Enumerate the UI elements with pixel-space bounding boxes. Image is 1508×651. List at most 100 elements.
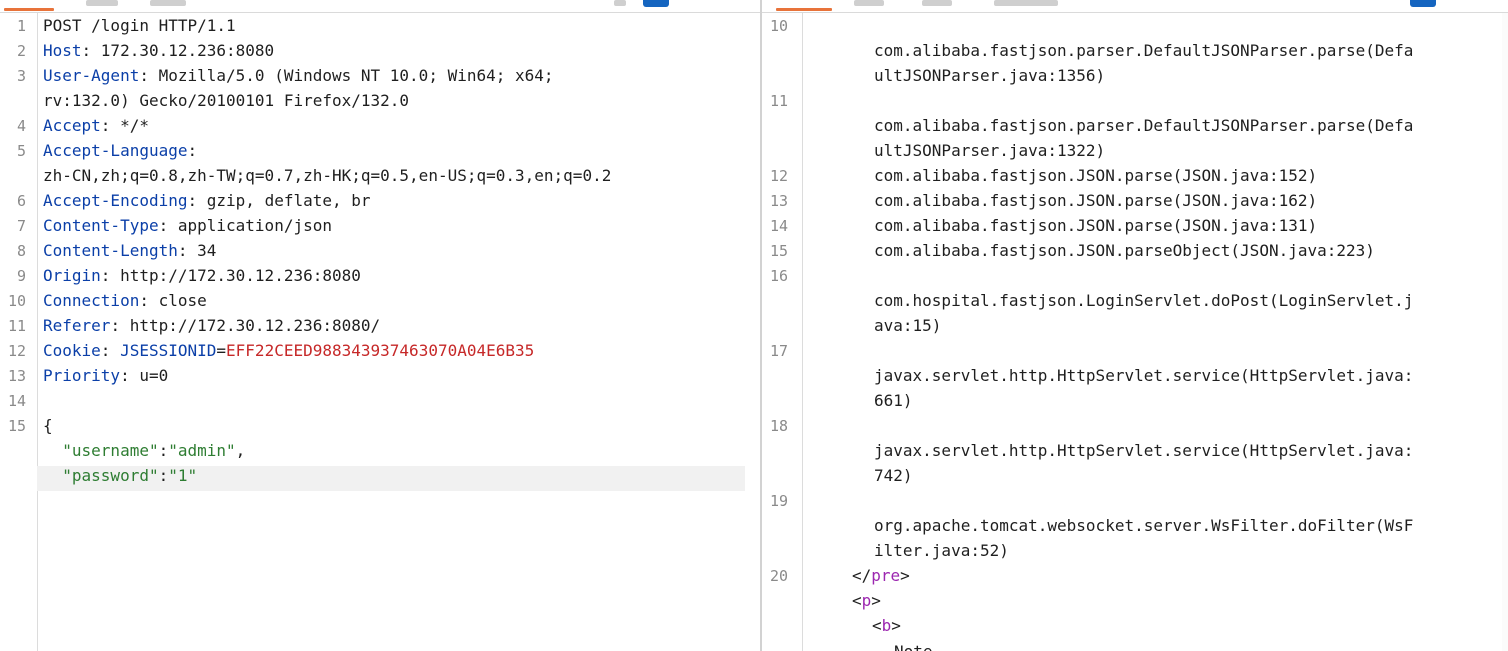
stack-frame-wrap: 661) [874, 388, 1502, 413]
header-key: User-Agent [43, 66, 140, 85]
request-line: POST /login HTTP/1.1 [43, 13, 746, 38]
header-referer: Referer: http://172.30.12.236:8080/ [43, 316, 381, 335]
header-value: Mozilla/5.0 (Windows NT 10.0; Win64; x64… [158, 66, 554, 85]
header-content-length: Content-Length: 34 [43, 241, 217, 260]
header-value: http://172.30.12.236:8080/ [129, 316, 381, 335]
html-partial-text: Note [894, 639, 1502, 651]
stack-frame: com.hospital.fastjson.LoginServlet.doPos… [874, 288, 1502, 313]
stack-frame-wrap: ilter.java:52) [874, 538, 1502, 563]
stack-text: ilter.java:52) [874, 541, 1009, 560]
header-key: Accept-Language [43, 141, 188, 160]
header-key: Cookie [43, 341, 101, 360]
json-key: "password" [62, 466, 159, 485]
response-hex-tab[interactable] [922, 0, 952, 6]
stack-text: com.alibaba.fastjson.parser.DefaultJSONP… [874, 41, 1414, 60]
stack-frame: com.alibaba.fastjson.parser.DefaultJSONP… [874, 113, 1502, 138]
response-scrollbar[interactable] [1502, 13, 1508, 651]
header-value: gzip, deflate, br [206, 191, 371, 210]
header-value: u=0 [139, 366, 169, 385]
stack-text: javax.servlet.http.HttpServlet.service(H… [874, 366, 1414, 385]
header-value: 34 [197, 241, 217, 260]
line-number: 17 [770, 342, 789, 360]
stack-text: 661) [874, 391, 913, 410]
stack-text: com.alibaba.fastjson.JSON.parseObject(JS… [874, 241, 1375, 260]
stack-frame: javax.servlet.http.HttpServlet.service(H… [874, 363, 1502, 388]
line-number: 7 [16, 217, 26, 235]
stack-text: com.hospital.fastjson.LoginServlet.doPos… [874, 291, 1414, 310]
response-pretty-tab-indicator[interactable] [776, 8, 832, 11]
stack-frame: com.alibaba.fastjson.JSON.parse(JSON.jav… [874, 213, 1502, 238]
request-menu-button[interactable] [643, 0, 669, 7]
header-accept: Accept: */* [43, 116, 149, 135]
header-key: Connection [43, 291, 140, 310]
response-line-gutter: 10 11 12 13 14 15 16 17 18 19 20 [762, 13, 803, 651]
header-key: Referer [43, 316, 111, 335]
response-editor[interactable]: 10 11 12 13 14 15 16 17 18 19 20 com.ali… [762, 0, 1508, 651]
line-number: 14 [7, 392, 26, 410]
stack-frame-wrap: 742) [874, 463, 1502, 488]
header-accept-language: Accept-Language: [43, 141, 198, 160]
html-tag-name: pre [871, 566, 901, 585]
stack-frame: javax.servlet.http.HttpServlet.service(H… [874, 438, 1502, 463]
header-value: application/json [177, 216, 332, 235]
stack-text: ultJSONParser.java:1356) [874, 66, 1106, 85]
cookie-name: JSESSIONID [120, 341, 217, 360]
stack-frame: org.apache.tomcat.websocket.server.WsFil… [874, 513, 1502, 538]
line-number: 19 [770, 492, 789, 510]
json-key: "username" [62, 441, 159, 460]
line-number: 16 [770, 267, 789, 285]
header-key: Accept [43, 116, 101, 135]
json-password: "password":"1" [62, 466, 198, 485]
header-value: http://172.30.12.236:8080 [120, 266, 361, 285]
json-value: "admin" [168, 441, 236, 460]
header-accept-encoding: Accept-Encoding: gzip, deflate, br [43, 191, 371, 210]
stack-frame: com.alibaba.fastjson.JSON.parseObject(JS… [874, 238, 1502, 263]
request-raw-tab[interactable] [86, 0, 118, 6]
line-number: 13 [7, 367, 26, 385]
request-hex-tab[interactable] [150, 0, 186, 6]
request-line-gutter: 1 2 3 4 5 6 7 8 9 10 11 12 13 14 15 [0, 13, 38, 651]
partial-text: Note [894, 642, 933, 651]
search-icon[interactable] [614, 0, 626, 6]
response-raw-tab[interactable] [854, 0, 884, 6]
stack-text: ultJSONParser.java:1322) [874, 141, 1106, 160]
stack-text: 742) [874, 466, 913, 485]
request-tab-strip [0, 0, 760, 13]
header-value: close [158, 291, 207, 310]
line-number: 14 [770, 217, 789, 235]
line-number: 15 [770, 242, 789, 260]
request-pretty-tab-indicator[interactable] [4, 8, 54, 11]
header-value: rv:132.0) Gecko/20100101 Firefox/132.0 [43, 91, 410, 110]
request-editor[interactable]: 1 2 3 4 5 6 7 8 9 10 11 12 13 14 15 POST… [0, 0, 760, 651]
header-user-agent-wrap: rv:132.0) Gecko/20100101 Firefox/132.0 [43, 88, 746, 113]
line-number: 9 [16, 267, 26, 285]
stack-frame: com.alibaba.fastjson.JSON.parse(JSON.jav… [874, 188, 1502, 213]
header-key: Origin [43, 266, 101, 285]
response-render-tab[interactable] [994, 0, 1058, 6]
header-value: zh-CN,zh;q=0.8,zh-TW;q=0.7,zh-HK;q=0.5,e… [43, 166, 612, 185]
line-number: 13 [770, 192, 789, 210]
burp-editor-split: 1 2 3 4 5 6 7 8 9 10 11 12 13 14 15 POST… [0, 0, 1508, 651]
header-priority: Priority: u=0 [43, 366, 169, 385]
stack-frame-wrap: ava:15) [874, 313, 1502, 338]
json-open-brace: { [43, 413, 746, 438]
line-number: 18 [770, 417, 789, 435]
header-key: Accept-Encoding [43, 191, 188, 210]
html-tag-name: p [861, 591, 872, 610]
response-tab-strip [762, 0, 1508, 13]
response-menu-button[interactable] [1410, 0, 1436, 7]
line-number: 15 [7, 417, 26, 435]
line-number: 5 [16, 142, 26, 160]
line-number: 2 [16, 42, 26, 60]
header-key: Host [43, 41, 82, 60]
header-content-type: Content-Type: application/json [43, 216, 332, 235]
stack-text: com.alibaba.fastjson.JSON.parse(JSON.jav… [874, 191, 1318, 210]
stack-text: ava:15) [874, 316, 942, 335]
html-tag-name: b [881, 616, 892, 635]
line-number: 12 [770, 167, 789, 185]
stack-frame-wrap: ultJSONParser.java:1322) [874, 138, 1502, 163]
request-line-text: POST /login HTTP/1.1 [43, 16, 236, 35]
brace: { [43, 416, 53, 435]
html-open-b: <b> [872, 616, 901, 635]
line-number: 20 [770, 567, 789, 585]
